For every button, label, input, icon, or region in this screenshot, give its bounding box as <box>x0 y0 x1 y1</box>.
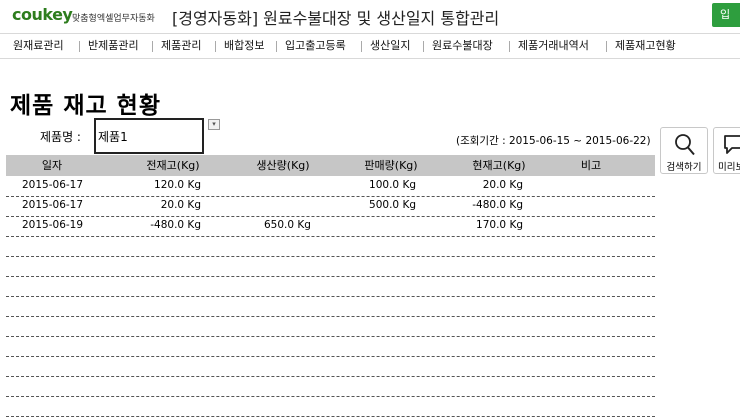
column-header-note: 비고 <box>580 159 602 172</box>
cell-date: 2015-06-17 <box>22 179 84 191</box>
search-button-label: 검색하기 <box>666 162 702 173</box>
app-title: [경영자동화] 원료수불대장 및 생산일지 통합관리 <box>172 9 500 28</box>
query-period: (조회기간 : 2015-06-15 ~ 2015-06-22) <box>456 135 651 147</box>
column-header-prev-stock: 전재고(Kg) <box>146 159 200 172</box>
main-menu: 원재료관리 반제품관리 제품관리 배합정보 입고출고등록 생산일지 원료수불대장… <box>0 33 740 59</box>
cell-sales: 100.0 Kg <box>369 179 416 191</box>
menu-item-raw-materials[interactable]: 원재료관리 <box>13 34 64 58</box>
cell-date: 2015-06-17 <box>22 199 84 211</box>
cell-prev-stock: -480.0 Kg <box>150 219 201 231</box>
menu-item-transactions[interactable]: 제품거래내역서 <box>518 34 589 58</box>
app-logo: coukey <box>12 5 73 24</box>
search-icon <box>675 134 695 156</box>
menu-separator <box>509 41 510 52</box>
table-row <box>6 236 655 257</box>
table-row: 2015-06-17 120.0 Kg 100.0 Kg 20.0 Kg <box>6 176 655 197</box>
column-header-sales: 판매량(Kg) <box>364 159 418 172</box>
table-row <box>6 336 655 357</box>
table-row <box>6 356 655 377</box>
menu-item-formula[interactable]: 배합정보 <box>224 34 264 58</box>
table-row <box>6 316 655 337</box>
product-name-label: 제품명 : <box>40 130 81 144</box>
menu-item-products[interactable]: 제품관리 <box>161 34 201 58</box>
cell-prev-stock: 120.0 Kg <box>154 179 201 191</box>
table-row <box>6 296 655 317</box>
column-header-production: 생산량(Kg) <box>256 159 310 172</box>
menu-separator <box>276 41 277 52</box>
menu-item-ledger[interactable]: 원료수불대장 <box>432 34 493 58</box>
product-name-value[interactable]: 제품1 <box>98 128 128 145</box>
table-row <box>6 256 655 277</box>
corner-green-button[interactable]: 입 <box>712 3 740 27</box>
table-row: 2015-06-17 20.0 Kg 500.0 Kg -480.0 Kg <box>6 196 655 217</box>
column-header-current-stock: 현재고(Kg) <box>472 159 526 172</box>
menu-separator <box>606 41 607 52</box>
menu-item-product-stock[interactable]: 제품재고현황 <box>615 34 676 58</box>
page-title: 제품 재고 현황 <box>10 93 161 119</box>
cell-current-stock: -480.0 Kg <box>472 199 523 211</box>
menu-separator <box>215 41 216 52</box>
title-bar: coukey 맞춤형엑셀업무자동화 [경영자동화] 원료수불대장 및 생산일지 … <box>0 0 740 32</box>
cell-current-stock: 20.0 Kg <box>482 179 523 191</box>
cell-current-stock: 170.0 Kg <box>476 219 523 231</box>
preview-icon <box>724 135 740 154</box>
column-header-date: 일자 <box>41 159 63 172</box>
search-button[interactable]: 검색하기 <box>660 127 708 174</box>
menu-item-in-out[interactable]: 입고출고등록 <box>285 34 346 58</box>
preview-button[interactable]: 미리보기 <box>713 127 740 174</box>
menu-separator <box>152 41 153 52</box>
menu-separator <box>423 41 424 52</box>
logo-tagline: 맞춤형엑셀업무자동화 <box>72 14 155 24</box>
preview-button-label: 미리보기 <box>718 162 740 173</box>
menu-item-production-log[interactable]: 생산일지 <box>370 34 410 58</box>
chevron-down-icon[interactable]: ▾ <box>208 119 220 130</box>
menu-separator <box>79 41 80 52</box>
table-row: 2015-06-19 -480.0 Kg 650.0 Kg 170.0 Kg <box>6 216 655 237</box>
cell-sales: 500.0 Kg <box>369 199 416 211</box>
cell-prev-stock: 20.0 Kg <box>160 199 201 211</box>
cell-production: 650.0 Kg <box>264 219 311 231</box>
table-row <box>6 396 655 417</box>
table-header: 일자 전재고(Kg) 생산량(Kg) 판매량(Kg) 현재고(Kg) 비고 <box>6 155 655 176</box>
table-row <box>6 376 655 397</box>
menu-separator <box>361 41 362 52</box>
menu-item-semi-products[interactable]: 반제품관리 <box>88 34 139 58</box>
table-row <box>6 276 655 297</box>
cell-date: 2015-06-19 <box>22 219 84 231</box>
